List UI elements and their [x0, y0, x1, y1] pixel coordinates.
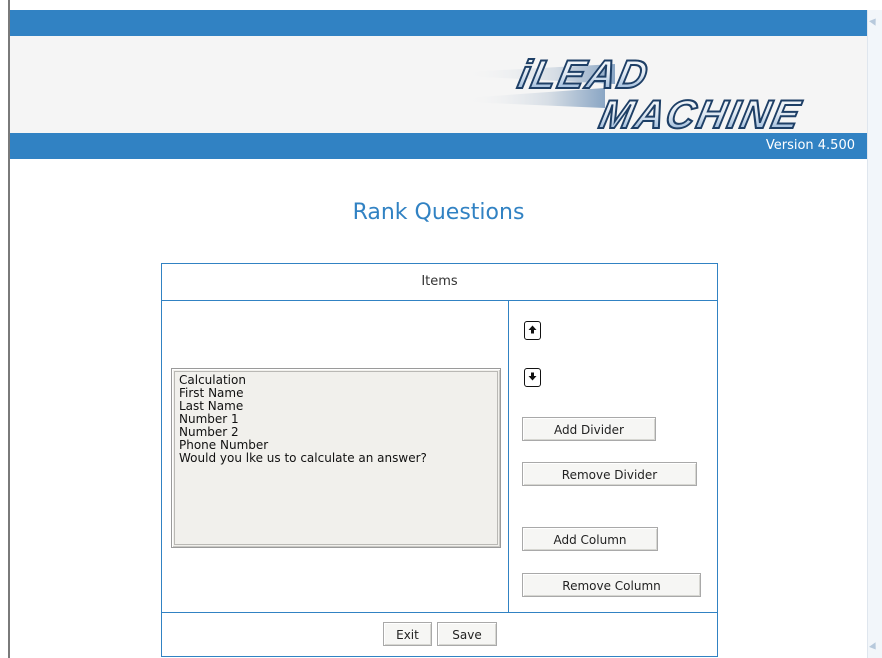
svg-text:iLEAD: iLEAD [514, 51, 654, 96]
window-left-border [0, 0, 10, 658]
items-listbox[interactable]: Calculation First Name Last Name Number … [171, 368, 501, 548]
add-divider-button[interactable]: Add Divider [522, 417, 656, 441]
scroll-up-icon[interactable] [869, 16, 879, 26]
move-down-icon [528, 372, 537, 381]
window-top-strip [0, 0, 882, 10]
top-bar [10, 10, 867, 36]
add-column-button[interactable]: Add Column [522, 527, 658, 551]
move-up-button[interactable] [524, 321, 541, 340]
rank-panel: Items Calculation First Name Last Name N… [161, 263, 718, 657]
items-heading: Items [162, 264, 717, 301]
move-up-icon [528, 325, 537, 334]
items-column: Calculation First Name Last Name Number … [162, 301, 509, 612]
version-label: Version 4.500 [765, 138, 855, 153]
ilead-machine-logo: iLEAD MACHINE [465, 50, 807, 131]
list-item[interactable]: Would you lke us to calculate an answer? [179, 452, 493, 465]
remove-divider-button[interactable]: Remove Divider [522, 462, 697, 486]
version-bar: Version 4.500 [10, 133, 867, 159]
panel-footer: Exit Save [162, 612, 717, 657]
save-button[interactable]: Save [437, 622, 497, 646]
header: iLEAD MACHINE [10, 36, 867, 133]
remove-column-button[interactable]: Remove Column [522, 573, 701, 597]
exit-button[interactable]: Exit [383, 622, 432, 646]
page-title: Rank Questions [352, 200, 525, 225]
svg-text:MACHINE: MACHINE [596, 91, 806, 131]
move-down-button[interactable] [524, 368, 541, 387]
vertical-scrollbar[interactable] [867, 10, 882, 658]
items-list: Calculation First Name Last Name Number … [174, 371, 498, 545]
scroll-down-icon[interactable] [869, 642, 879, 652]
